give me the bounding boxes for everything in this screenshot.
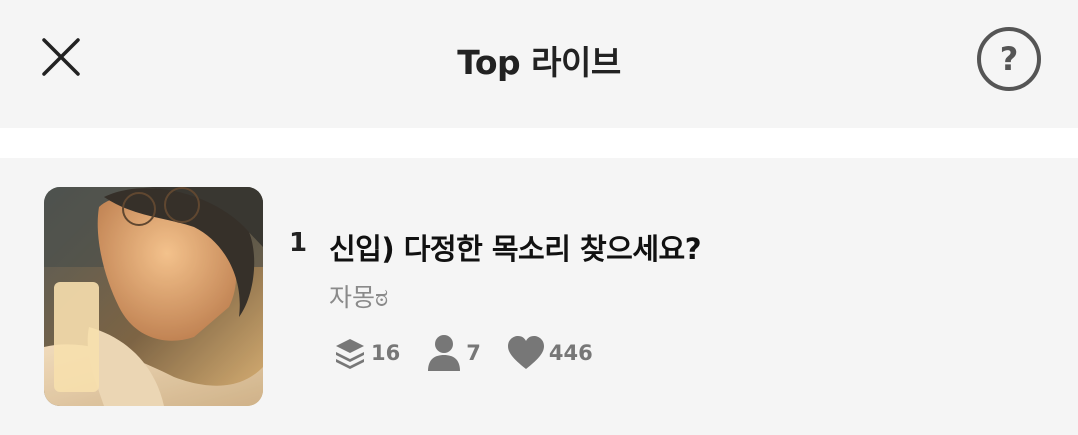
page-title: Top 라이브 <box>457 43 621 82</box>
live-list-item[interactable]: 1 신입) 다정한 목소리 찾으세요? 자몽ಠ 16 7 446 <box>0 158 1078 435</box>
heart-icon <box>507 336 544 369</box>
live-title: 신입) 다정한 목소리 찾으세요? <box>329 232 702 266</box>
layers-icon <box>336 339 364 369</box>
thumbnail-image <box>44 187 263 406</box>
section-divider <box>0 128 1078 158</box>
person-icon <box>428 335 461 371</box>
top-bar: Top 라이브 ? <box>0 0 1078 128</box>
stats-row: 16 7 446 <box>333 333 593 373</box>
author-name: 자몽ಠ <box>329 283 389 312</box>
stat-layers: 16 <box>333 336 400 370</box>
help-button[interactable]: ? <box>977 27 1041 91</box>
help-icon: ? <box>999 40 1019 78</box>
rank-number: 1 <box>289 228 308 258</box>
likes-count: 446 <box>548 341 593 365</box>
stat-listeners: 7 <box>426 334 481 372</box>
layers-count: 16 <box>371 341 401 365</box>
stat-likes: 446 <box>507 336 593 370</box>
listeners-count: 7 <box>466 341 481 365</box>
